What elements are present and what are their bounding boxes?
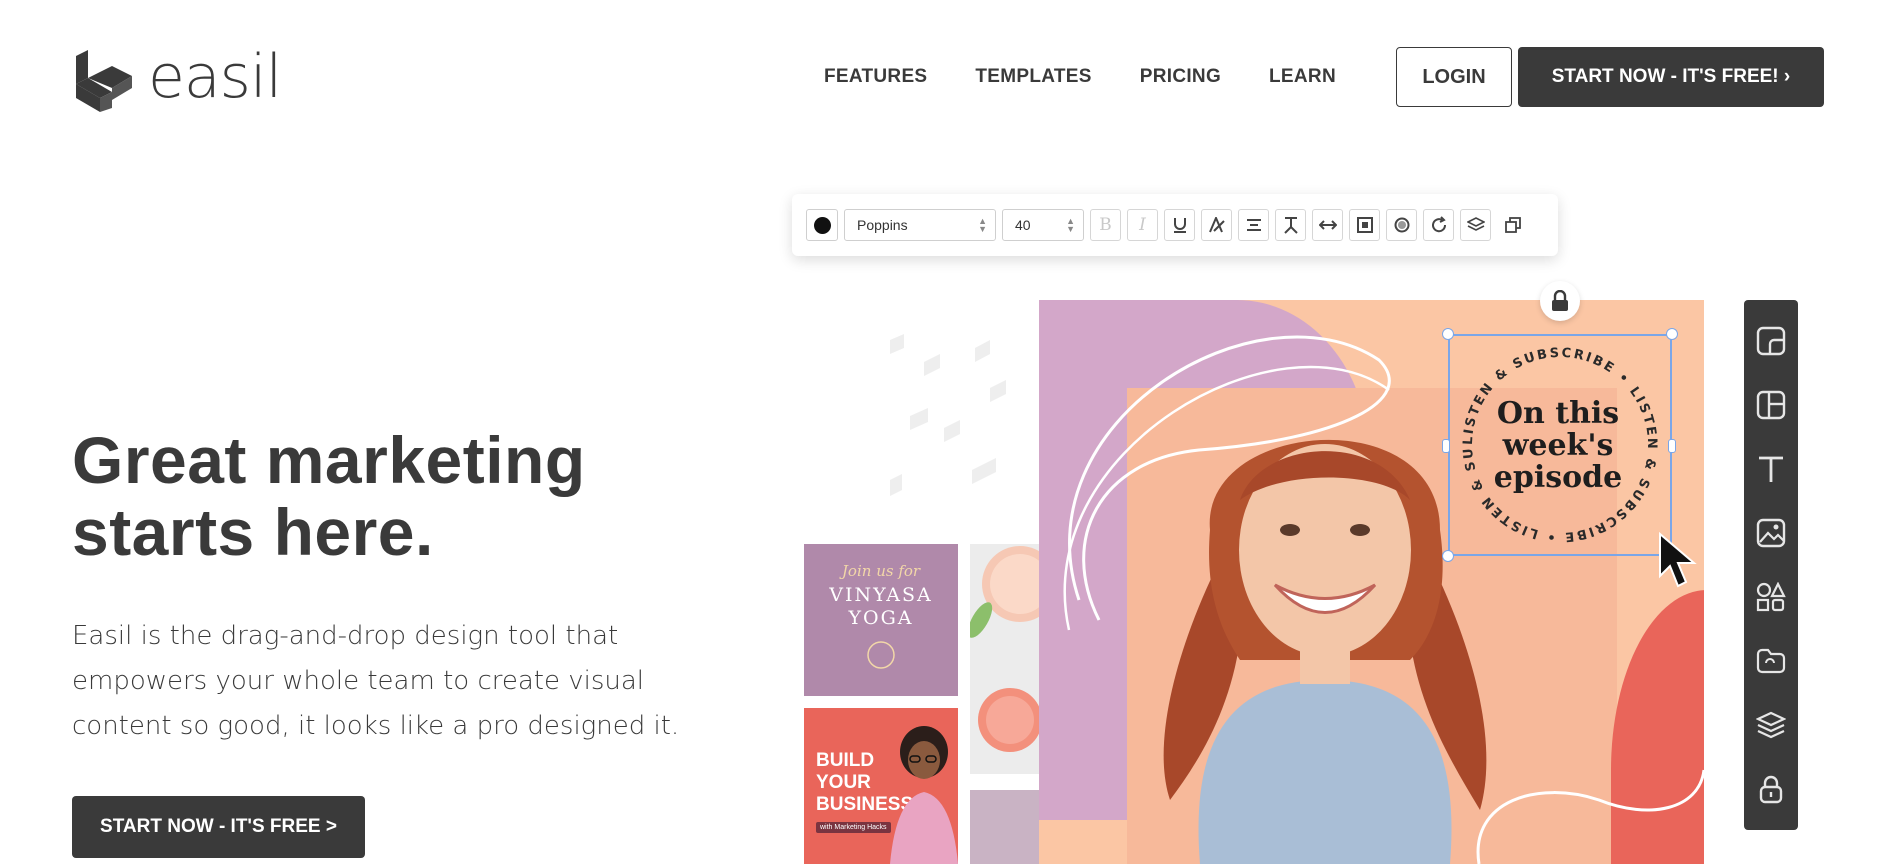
template-thumbnail-business[interactable]: BUILD YOUR BUSINESS with Marketing Hacks [804,708,958,864]
drink-photo [970,546,1040,752]
shapes-icon[interactable] [1753,576,1789,618]
yoga-script-text: Join us for [841,562,921,580]
hero-subtitle-line-2: empowers your whole team to create visua… [72,666,645,696]
resize-handle-bl[interactable] [1442,550,1454,562]
line-height-icon[interactable] [1275,209,1306,241]
resize-handle-right[interactable] [1668,439,1676,453]
hero-subtitle: Easil is the drag-and-drop design tool t… [72,614,752,749]
font-family-value: Poppins [857,217,908,233]
folder-icon[interactable] [1753,640,1789,682]
editor-side-rail [1744,300,1798,830]
business-title-line-2: YOUR [816,772,871,793]
template-thumbnail-yoga[interactable]: Join us for VINYASA YOGA [804,544,958,696]
start-now-hero-button[interactable]: START NOW - IT'S FREE > [72,796,365,858]
duplicate-icon[interactable] [1497,209,1528,241]
text-icon[interactable] [1753,448,1789,490]
layers-icon[interactable] [1460,209,1491,241]
opacity-icon[interactable] [1349,209,1380,241]
resize-handle-tl[interactable] [1442,328,1454,340]
shadow-icon[interactable] [1386,209,1417,241]
resize-handle-left[interactable] [1442,439,1450,453]
resize-handle-tr[interactable] [1666,328,1678,340]
rotate-icon[interactable] [1423,209,1454,241]
yoga-title-line-1: VINYASA [829,584,933,606]
business-subtitle: with Marketing Hacks [816,822,891,833]
italic-icon[interactable]: I [1127,209,1158,241]
hero-subtitle-line-1: Easil is the drag-and-drop design tool t… [72,621,619,651]
lock-icon [1552,290,1568,311]
business-woman-photo [890,726,958,864]
editor-toolbar: Poppins ▲ ▼ 40 ▲ ▼ B I [792,194,1558,256]
nav-features[interactable]: FEATURES [824,66,927,88]
main-nav: FEATURES TEMPLATES PRICING LEARN [824,47,1384,107]
font-size-value: 40 [1015,217,1031,233]
font-family-select[interactable]: Poppins ▲ ▼ [844,209,996,241]
yoga-emblem-icon [867,641,895,669]
text-effect-icon[interactable] [1201,209,1232,241]
nav-learn[interactable]: LEARN [1269,66,1336,88]
select-arrows-icon: ▲ ▼ [1066,216,1075,234]
mouse-cursor-icon [1659,532,1697,588]
layers-panel-icon[interactable] [1753,704,1789,746]
text-color-picker[interactable] [806,209,838,241]
select-arrows-icon: ▲ ▼ [978,216,987,234]
letter-spacing-icon[interactable] [1312,209,1343,241]
hero-subtitle-line-3: content so good, it looks like a pro des… [72,711,680,741]
image-icon[interactable] [1753,512,1789,554]
align-icon[interactable] [1238,209,1269,241]
selection-box[interactable] [1448,334,1672,556]
underline-icon[interactable] [1164,209,1195,241]
business-title-line-1: BUILD [816,750,875,771]
login-button[interactable]: LOGIN [1396,47,1512,107]
logo[interactable]: easil [72,42,282,112]
hero-title-line-2: starts here. [72,495,434,569]
hero-title: Great marketing starts here. [72,424,692,568]
nav-pricing[interactable]: PRICING [1140,66,1221,88]
lock-panel-icon[interactable] [1753,768,1789,810]
hero-title-line-1: Great marketing [72,423,586,497]
font-size-select[interactable]: 40 ▲ ▼ [1002,209,1084,241]
layouts-icon[interactable] [1753,384,1789,426]
easil-logo-icon [76,50,132,112]
logo-wordmark: easil [148,42,282,112]
yoga-title: VINYASA YOGA [804,584,958,630]
bold-icon[interactable]: B [1090,209,1121,241]
resize-icon[interactable] [1753,320,1789,362]
template-thumbnail-effective[interactable] [970,790,1040,864]
lock-button[interactable] [1540,281,1580,321]
text-color-swatch [813,216,831,234]
start-now-header-button[interactable]: START NOW - IT'S FREE! › [1518,47,1824,107]
decorative-chevrons [890,334,1006,496]
nav-templates[interactable]: TEMPLATES [975,66,1091,88]
template-thumbnail-drink[interactable] [970,544,1040,774]
yoga-title-line-2: YOGA [848,607,914,629]
